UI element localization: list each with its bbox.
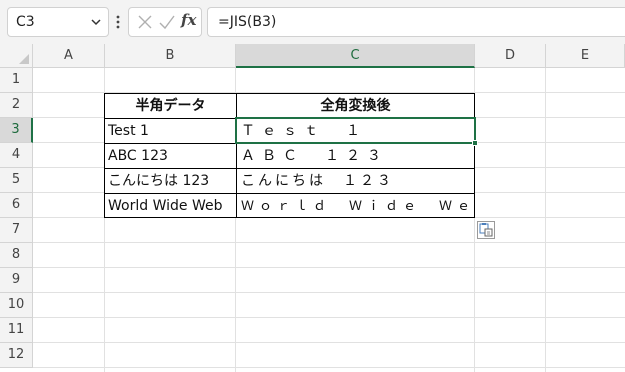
row-header-6[interactable]: 6 <box>0 193 33 218</box>
row-header-4[interactable]: 4 <box>0 143 33 168</box>
row-header-3[interactable]: 3 <box>0 118 33 143</box>
column-header-c[interactable]: C <box>236 44 475 68</box>
cell-c2[interactable]: 全角変換後 <box>237 94 474 119</box>
formula-buttons: fx <box>128 7 202 37</box>
cell-c5[interactable]: こんにちは １２３ <box>238 169 474 194</box>
column-header-e[interactable]: E <box>546 44 625 68</box>
select-all-button[interactable] <box>0 44 33 68</box>
data-table: 半角データ 全角変換後 Test 1 Ｔｅｓｔ １ ABC 123 ＡＢＣ １２… <box>104 93 475 218</box>
row-header-7[interactable]: 7 <box>0 218 33 243</box>
enter-icon[interactable] <box>158 12 176 36</box>
formula-text[interactable]: =JIS(B3) <box>218 14 276 30</box>
chevron-down-icon[interactable] <box>90 14 102 30</box>
cell-b6[interactable]: World Wide Web <box>105 194 236 219</box>
cell-c6[interactable]: Ｗｏｒｌｄ Ｗｉｄｅ Ｗｅｂ <box>238 194 474 219</box>
row-header-9[interactable]: 9 <box>0 268 33 293</box>
name-box[interactable]: C3 <box>7 7 109 37</box>
active-cell-border <box>235 117 476 144</box>
column-header-a[interactable]: A <box>33 44 105 68</box>
formula-bar: C3 fx =JIS(B3) <box>0 0 625 44</box>
paste-options-icon[interactable] <box>477 221 495 239</box>
row-header-1[interactable]: 1 <box>0 68 33 93</box>
fill-handle[interactable] <box>472 140 478 146</box>
cell-c4[interactable]: ＡＢＣ １２３ <box>238 144 474 169</box>
cell-b2[interactable]: 半角データ <box>105 94 236 119</box>
row-header-10[interactable]: 10 <box>0 293 33 318</box>
row-header-8[interactable]: 8 <box>0 243 33 268</box>
row-header-12[interactable]: 12 <box>0 343 33 368</box>
cell-b5[interactable]: こんにちは 123 <box>105 169 236 194</box>
row-header-5[interactable]: 5 <box>0 168 33 193</box>
name-box-value[interactable]: C3 <box>16 14 35 30</box>
cell-b3[interactable]: Test 1 <box>105 119 236 144</box>
more-icon[interactable] <box>114 12 122 32</box>
cancel-icon[interactable] <box>137 12 153 36</box>
column-header-d[interactable]: D <box>475 44 546 68</box>
cell-b4[interactable]: ABC 123 <box>105 144 236 169</box>
column-header-b[interactable]: B <box>105 44 236 68</box>
formula-input[interactable]: =JIS(B3) <box>207 7 625 37</box>
row-header-11[interactable]: 11 <box>0 318 33 343</box>
fx-icon[interactable]: fx <box>181 11 196 29</box>
row-header-2[interactable]: 2 <box>0 93 33 118</box>
